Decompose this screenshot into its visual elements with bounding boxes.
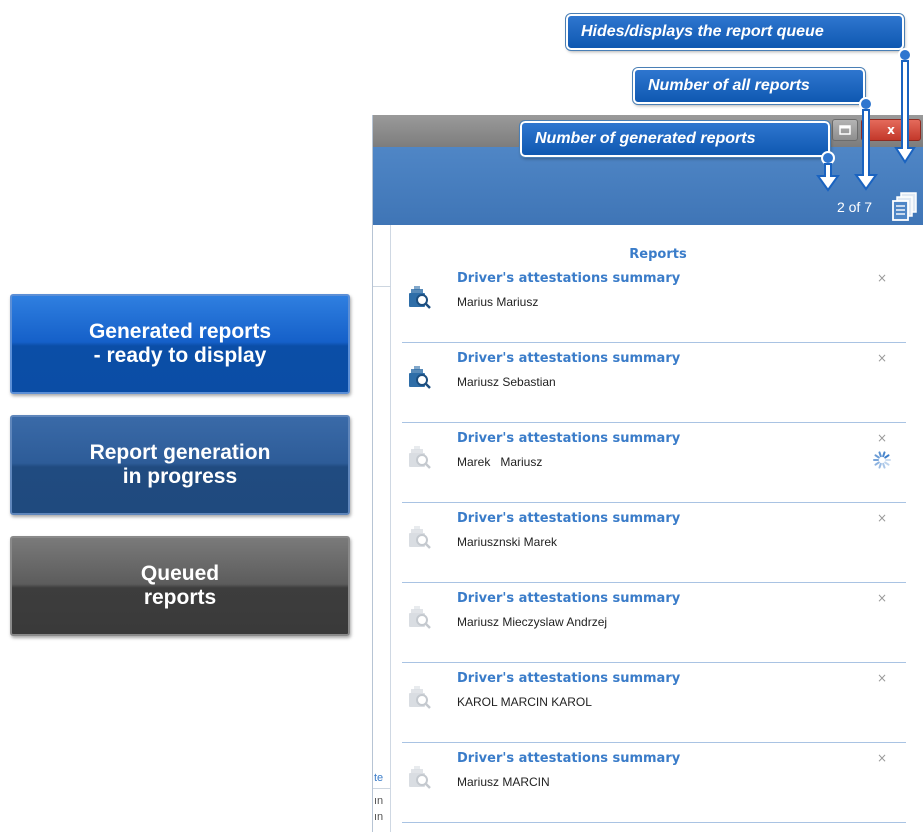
sidebar-fragment: ın	[374, 795, 384, 807]
callout-queue-label: Hides/displays the report queue	[581, 23, 824, 40]
report-search-icon	[409, 526, 431, 549]
report-search-icon	[409, 286, 431, 309]
report-separator	[402, 822, 906, 823]
callout-all-reports: Number of all reports	[632, 67, 866, 105]
report-title[interactable]: Driver's attestations summary	[457, 431, 680, 446]
remove-report-button[interactable]: ×	[877, 751, 887, 765]
remove-report-button[interactable]: ×	[877, 431, 887, 445]
report-title[interactable]: Driver's attestations summary	[457, 351, 680, 366]
remove-report-button[interactable]: ×	[877, 671, 887, 685]
report-driver-name: Mariusz Mieczyslaw Andrzej	[457, 615, 608, 629]
report-item[interactable]: Driver's attestations summary Mariusz Seb…	[392, 346, 906, 424]
report-title[interactable]: Driver's attestations summary	[457, 271, 680, 286]
report-title[interactable]: Driver's attestations summary	[457, 671, 680, 686]
report-driver-name: Mariusznski Marek	[457, 535, 558, 549]
callout-all-label: Number of all reports	[648, 77, 810, 94]
report-title[interactable]: Driver's attestations summary	[457, 591, 680, 606]
remove-report-button[interactable]: ×	[877, 591, 887, 605]
report-title[interactable]: Driver's attestations summary	[457, 751, 680, 766]
sidebar-fragment: ın	[374, 811, 384, 823]
report-search-icon	[409, 606, 431, 629]
legend-generated-label: Generated reports - ready to display	[88, 320, 272, 367]
legend-progress-label: Report generation in progress	[89, 441, 271, 488]
report-driver-name: KAROL MARCIN KAROL	[457, 695, 592, 709]
reports-window: x 2 of 7 te ın ın Reports Driver's attes…	[372, 115, 923, 832]
report-driver-name: Marius Mariusz	[457, 295, 539, 309]
legend-queued-reports: Queued reports	[10, 536, 350, 636]
report-separator	[402, 502, 906, 503]
sidebar-divider	[373, 788, 391, 789]
remove-report-button[interactable]: ×	[877, 271, 887, 285]
report-separator	[402, 422, 906, 423]
report-search-icon	[409, 446, 431, 469]
report-search-icon	[409, 366, 431, 389]
report-search-icon	[409, 766, 431, 789]
remove-report-button[interactable]: ×	[877, 511, 887, 525]
report-search-icon	[409, 686, 431, 709]
report-item[interactable]: Driver's attestations summary Marek Mariu…	[392, 426, 906, 504]
report-count: 2 of 7	[836, 199, 872, 215]
report-separator	[402, 582, 906, 583]
sidebar-divider	[373, 286, 391, 287]
underlying-page-strip: te ın ın	[373, 225, 391, 832]
remove-report-button[interactable]: ×	[877, 351, 887, 365]
panel-title: Reports	[629, 247, 687, 262]
legend-generated-reports: Generated reports - ready to display	[10, 294, 350, 394]
report-title[interactable]: Driver's attestations summary	[457, 511, 680, 526]
sidebar-fragment: te	[374, 772, 384, 784]
callout-generated-reports: Number of generated reports	[519, 120, 831, 158]
report-separator	[402, 342, 906, 343]
report-item[interactable]: Driver's attestations summary Mariusz Mie…	[392, 586, 906, 664]
maximize-icon	[839, 125, 851, 135]
report-driver-name: Mariusz Sebastian	[457, 375, 556, 389]
report-driver-name: Mariusz MARCIN	[457, 775, 550, 789]
report-item[interactable]: Driver's attestations summary Mariusz MAR…	[392, 746, 906, 824]
maximize-button[interactable]	[832, 119, 858, 141]
legend-queued-label: Queued reports	[140, 562, 220, 609]
report-separator	[402, 742, 906, 743]
loading-spinner-icon	[873, 451, 891, 469]
report-item[interactable]: Driver's attestations summary KAROL MARCI…	[392, 666, 906, 744]
close-window-button[interactable]: x	[861, 119, 921, 141]
callout-generated-label: Number of generated reports	[535, 130, 756, 147]
report-queue-icon[interactable]	[891, 191, 919, 221]
reports-panel: Reports Driver's attestations summary Mar…	[392, 225, 923, 832]
report-item[interactable]: Driver's attestations summary Marius Mari…	[392, 266, 906, 344]
close-icon: x	[887, 123, 895, 137]
report-separator	[402, 662, 906, 663]
callout-queue-toggle: Hides/displays the report queue	[565, 13, 905, 51]
legend-generation-in-progress: Report generation in progress	[10, 415, 350, 515]
reports-header-bar: 2 of 7	[373, 147, 923, 225]
report-driver-name: Marek Mariusz	[457, 455, 543, 469]
report-item[interactable]: Driver's attestations summary Mariusznski…	[392, 506, 906, 584]
